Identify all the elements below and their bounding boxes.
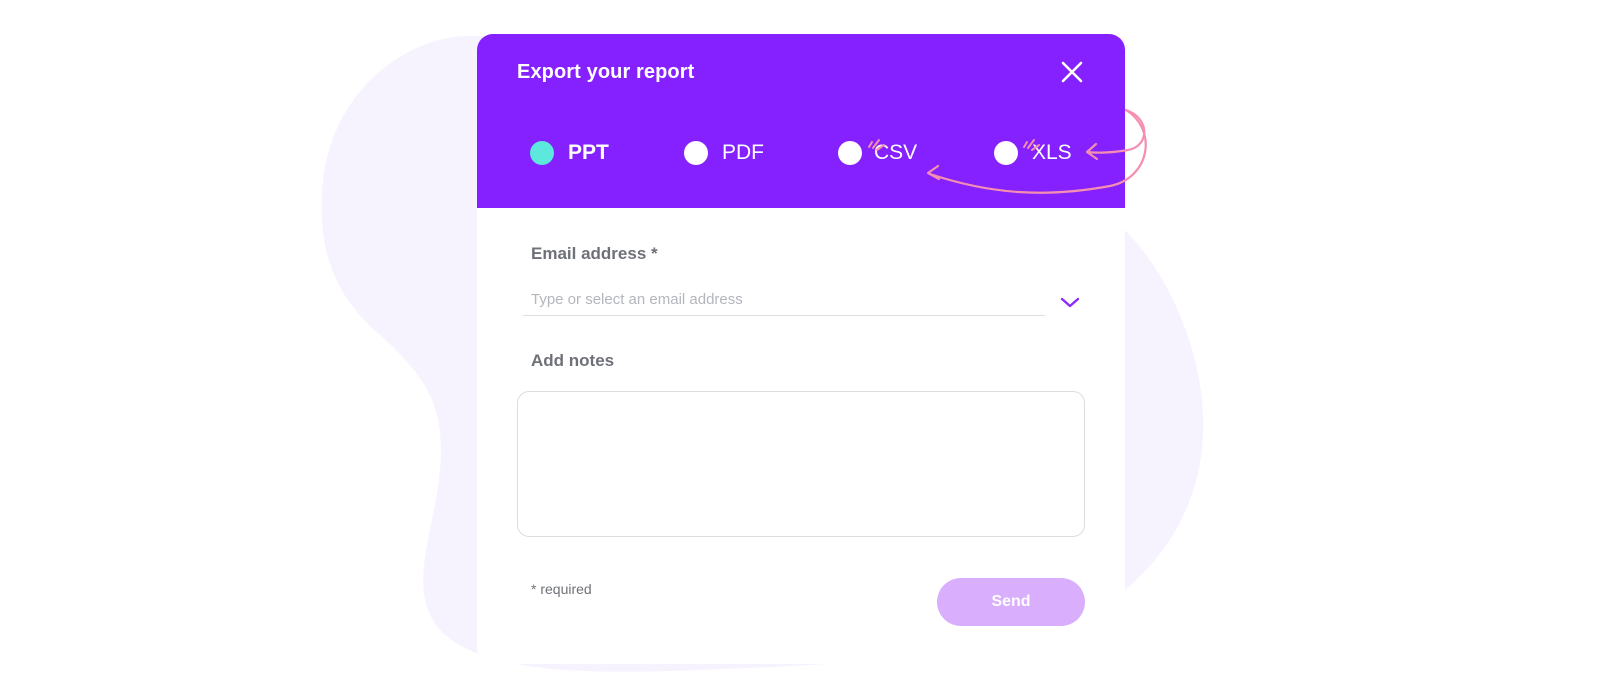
required-note: * required xyxy=(531,581,592,597)
format-label-xls: XLS xyxy=(1032,141,1072,164)
export-dialog: Export your report PPT PDF CSV XLS Email… xyxy=(477,34,1125,664)
format-label-ppt: PPT xyxy=(568,141,609,164)
export-stage: Export your report PPT PDF CSV XLS Email… xyxy=(0,0,1600,700)
format-option-pdf[interactable]: PDF xyxy=(684,140,764,166)
send-button[interactable]: Send xyxy=(937,578,1085,626)
dialog-title: Export your report xyxy=(517,61,695,83)
format-label-csv: CSV xyxy=(874,141,918,164)
format-label-pdf: PDF xyxy=(722,141,764,164)
radio-pdf[interactable] xyxy=(684,141,708,165)
notes-label: Add notes xyxy=(531,351,615,370)
format-option-xls[interactable]: XLS xyxy=(994,140,1072,166)
format-option-csv[interactable]: CSV xyxy=(838,140,917,166)
notes-textarea[interactable] xyxy=(517,391,1085,537)
close-icon xyxy=(1061,61,1083,83)
chevron-down-icon xyxy=(1060,297,1080,308)
email-dropdown-button[interactable] xyxy=(1059,296,1081,310)
close-button[interactable] xyxy=(1060,60,1084,84)
radio-csv[interactable] xyxy=(838,141,862,165)
email-input[interactable] xyxy=(523,284,1045,316)
format-option-ppt[interactable]: PPT xyxy=(530,140,609,166)
radio-xls[interactable] xyxy=(994,141,1018,165)
email-label: Email address * xyxy=(531,244,658,263)
dialog-header: Export your report PPT PDF CSV XLS xyxy=(477,34,1125,208)
radio-ppt[interactable] xyxy=(530,141,554,165)
